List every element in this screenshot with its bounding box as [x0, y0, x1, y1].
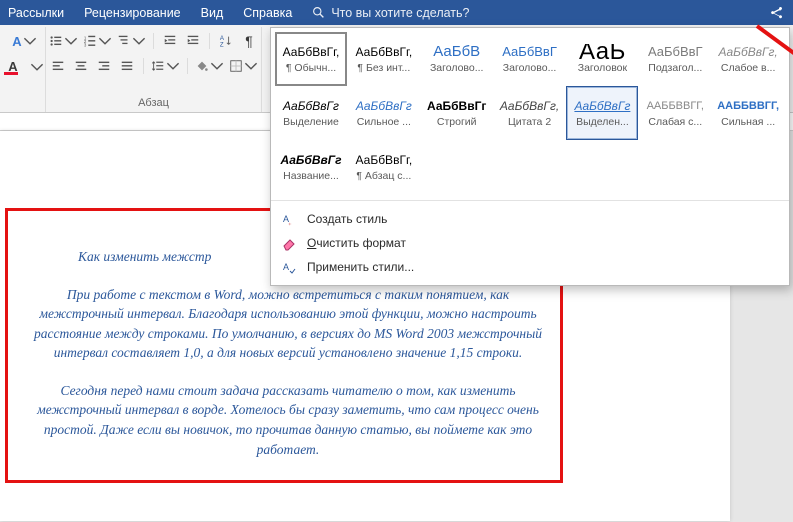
style-sample-text: АаБбВвГ — [497, 44, 563, 60]
style-sample-text: АаБбВвГг, — [715, 44, 781, 60]
style-name-label: Цитата 2 — [497, 116, 563, 128]
eraser-icon — [281, 235, 297, 251]
style-gallery-item[interactable]: АаБбВвГг Выделение — [275, 86, 347, 140]
tell-me-search[interactable]: Что вы хотите сделать? — [312, 6, 469, 20]
menu-view[interactable]: Вид — [201, 6, 224, 20]
style-gallery-item[interactable]: АаБбВвГг, Цитата 2 — [494, 86, 566, 140]
style-name-label: ¶ Обычн... — [279, 62, 343, 74]
svg-text:3: 3 — [84, 42, 87, 47]
doc-para-1: При работе с текстом в Word, можно встре… — [28, 285, 548, 363]
doc-para-2: Сегодня перед нами стоит задача рассказа… — [28, 381, 548, 459]
menu-bar: Рассылки Рецензирование Вид Справка Что … — [0, 0, 793, 25]
font-color-button[interactable]: A — [2, 56, 24, 76]
style-name-label: Выделение — [278, 116, 344, 128]
style-name-label: Заголово... — [497, 62, 563, 74]
style-name-label: Подзагол... — [642, 62, 708, 74]
styles-gallery-popup: АаБбВвГг, ¶ Обычн... АаБбВвГг, ¶ Без инт...… — [270, 27, 790, 286]
style-gallery-item[interactable]: АаБбВвГг, ¶ Без инт... — [348, 32, 420, 86]
style-sample-text: АаБбВвГг — [351, 98, 417, 114]
style-sample-text: АаБбВвГг, — [351, 152, 417, 168]
style-gallery-item[interactable]: АаБбВвГг Выделен... — [566, 86, 638, 140]
apply-styles-menuitem[interactable]: A Применить стили... — [271, 255, 789, 279]
align-center-button[interactable] — [70, 55, 92, 77]
numbering-button[interactable]: 123 — [81, 30, 114, 52]
sort-button[interactable]: AZ — [215, 30, 237, 52]
font-color-dropdown[interactable] — [25, 56, 47, 78]
style-name-label: Выделен... — [569, 116, 635, 128]
style-sample-text: ААББВВГГ, — [715, 98, 781, 114]
menu-mailings[interactable]: Рассылки — [8, 6, 64, 20]
style-sample-text: АаБбВвГ — [642, 44, 708, 60]
style-name-label: Заголово... — [424, 62, 490, 74]
align-right-button[interactable] — [93, 55, 115, 77]
align-left-button[interactable] — [47, 55, 69, 77]
style-sample-text: АаБбВвГг, — [279, 44, 343, 60]
increase-indent-button[interactable] — [182, 30, 204, 52]
ribbon-group-paragraph: 123 AZ ¶ Абзац — [46, 27, 262, 112]
apply-styles-icon: A — [281, 259, 297, 275]
svg-text:A: A — [283, 262, 289, 272]
svg-text:Z: Z — [220, 41, 224, 48]
style-gallery-item[interactable]: АаЬ Заголовок — [566, 32, 638, 86]
text-effects-button[interactable]: A — [10, 30, 38, 52]
style-gallery-item[interactable]: АаБбВвГг Название... — [275, 140, 347, 194]
svg-text:₊: ₊ — [288, 220, 292, 227]
borders-button[interactable] — [227, 55, 260, 77]
justify-button[interactable] — [116, 55, 138, 77]
style-gallery-item[interactable]: ААББВВГГ, Сильная ... — [712, 86, 784, 140]
styles-grid: АаБбВвГг, ¶ Обычн... АаБбВвГг, ¶ Без инт...… — [271, 28, 789, 198]
ribbon-group-font-tail: A A — [4, 27, 46, 112]
style-gallery-item[interactable]: ААББВВГГ, Слабая с... — [639, 86, 711, 140]
shading-button[interactable] — [193, 55, 226, 77]
style-gallery-item[interactable]: АаБбВ Заголово... — [421, 32, 493, 86]
style-sample-text: АаБбВвГг, — [497, 98, 563, 114]
style-name-label: ¶ Без инт... — [351, 62, 417, 74]
style-sample-text: АаБбВвГг — [569, 98, 635, 114]
style-gallery-item[interactable]: АаБбВвГг, Слабое в... — [712, 32, 784, 86]
multilevel-list-button[interactable] — [115, 30, 148, 52]
style-name-label: Название... — [278, 170, 344, 182]
create-style-menuitem[interactable]: A₊ Создать стиль — [271, 207, 789, 231]
style-sample-text: АаБбВвГг, — [351, 44, 417, 60]
style-sample-text: АаБбВвГг — [424, 98, 490, 114]
bullets-button[interactable] — [47, 30, 80, 52]
search-icon — [312, 6, 325, 19]
style-name-label: Слабое в... — [715, 62, 781, 74]
line-spacing-button[interactable] — [149, 55, 182, 77]
style-name-label: Заголовок — [569, 62, 635, 74]
style-name-label: Сильная ... — [715, 116, 781, 128]
show-marks-button[interactable]: ¶ — [238, 30, 260, 52]
share-icon[interactable] — [767, 4, 785, 22]
style-gallery-item[interactable]: АаБбВвГг Строгий — [421, 86, 493, 140]
style-gallery-item[interactable]: АаБбВвГг, ¶ Абзац с... — [348, 140, 420, 194]
paragraph-group-label: Абзац — [138, 97, 169, 112]
clear-formatting-menuitem[interactable]: Очистить формат — [271, 231, 789, 255]
style-name-label: ¶ Абзац с... — [351, 170, 417, 182]
style-sample-text: АаБбВвГг — [278, 98, 344, 114]
style-gallery-item[interactable]: АаБбВвГ Подзагол... — [639, 32, 711, 86]
style-name-label: Сильное ... — [351, 116, 417, 128]
style-sample-text: ААББВВГГ, — [642, 98, 708, 114]
style-gallery-item[interactable]: АаБбВвГ Заголово... — [494, 32, 566, 86]
style-sample-text: АаБбВвГг — [278, 152, 344, 168]
decrease-indent-button[interactable] — [159, 30, 181, 52]
create-style-icon: A₊ — [281, 211, 297, 227]
style-sample-text: АаЬ — [569, 44, 635, 60]
style-gallery-item[interactable]: АаБбВвГг Сильное ... — [348, 86, 420, 140]
style-sample-text: АаБбВ — [424, 44, 490, 60]
style-name-label: Слабая с... — [642, 116, 708, 128]
menu-review[interactable]: Рецензирование — [84, 6, 181, 20]
menu-help[interactable]: Справка — [243, 6, 292, 20]
style-gallery-item[interactable]: АаБбВвГг, ¶ Обычн... — [275, 32, 347, 86]
style-name-label: Строгий — [424, 116, 490, 128]
